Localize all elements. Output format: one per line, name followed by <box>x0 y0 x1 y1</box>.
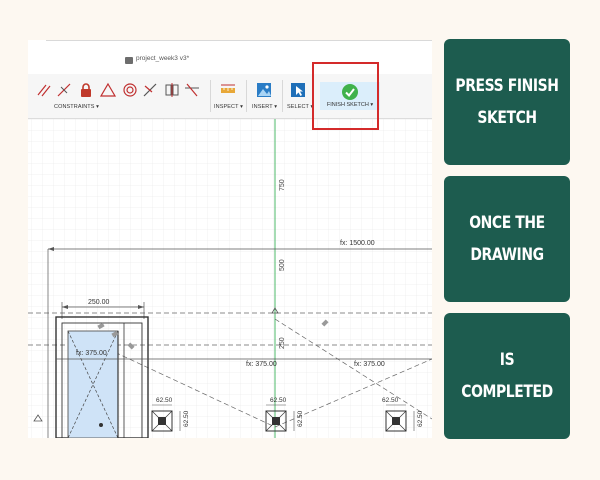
instruction-panel-1: PRESS FINISH SKETCH <box>444 39 570 165</box>
dim-fx-375-center: fx: 375.00 <box>246 361 277 368</box>
insert-image-icon[interactable] <box>256 82 272 98</box>
midpoint-icon[interactable] <box>142 82 158 98</box>
instruction-text-1: PRESS FINISH SKETCH <box>455 76 559 128</box>
coincident-icon[interactable] <box>36 82 52 98</box>
separator <box>210 80 211 112</box>
separator <box>246 80 247 112</box>
dim-250: 250.00 <box>88 299 110 306</box>
sketch-canvas[interactable]: 750 500 250 fx: 1500.00 250.00 fx: 375.0… <box>28 119 432 438</box>
triangle-icon[interactable] <box>100 82 116 98</box>
dim-62-left-vertical: 62.50 <box>183 410 190 427</box>
fix-lock-icon[interactable] <box>78 82 94 98</box>
document-title: project_week3 v3* <box>136 55 190 62</box>
dim-62-center-vertical: 62.50 <box>297 410 304 427</box>
constraints-label[interactable]: CONSTRAINTS ▾ <box>54 104 99 110</box>
dim-62-right: 62.50 <box>382 397 399 404</box>
measure-icon[interactable] <box>220 82 236 98</box>
dim-fx-375-left: fx: 375.00 <box>76 350 107 357</box>
finish-sketch-highlight <box>312 62 379 130</box>
dim-62-center: 62.50 <box>270 397 287 404</box>
select-arrow-icon[interactable] <box>290 82 306 98</box>
instruction-panel-3: IS COMPLETED <box>444 313 570 439</box>
dim-62-left: 62.50 <box>156 397 173 404</box>
window-top-border <box>46 40 432 41</box>
dim-500: 500 <box>279 259 286 271</box>
concentric-icon[interactable] <box>122 82 138 98</box>
collinear-icon[interactable] <box>56 82 72 98</box>
document-icon <box>125 57 133 64</box>
dim-250-vertical: 250 <box>279 337 286 349</box>
inspect-label[interactable]: INSPECT ▾ <box>214 104 243 110</box>
dim-fx-1500: fx: 1500.00 <box>340 240 375 247</box>
instruction-panel-2: ONCE THE DRAWING <box>444 176 570 302</box>
select-label[interactable]: SELECT ▾ <box>287 104 313 110</box>
separator <box>282 80 283 112</box>
dim-750: 750 <box>279 179 286 191</box>
symmetry-icon[interactable] <box>164 82 180 98</box>
dim-62-right-vertical: 62.50 <box>417 410 424 427</box>
insert-label[interactable]: INSERT ▾ <box>252 104 277 110</box>
instruction-text-2: ONCE THE DRAWING <box>469 213 545 265</box>
dim-fx-375-right: fx: 375.00 <box>354 361 385 368</box>
tangent-icon[interactable] <box>184 82 200 98</box>
instruction-text-3: IS COMPLETED <box>461 350 553 402</box>
